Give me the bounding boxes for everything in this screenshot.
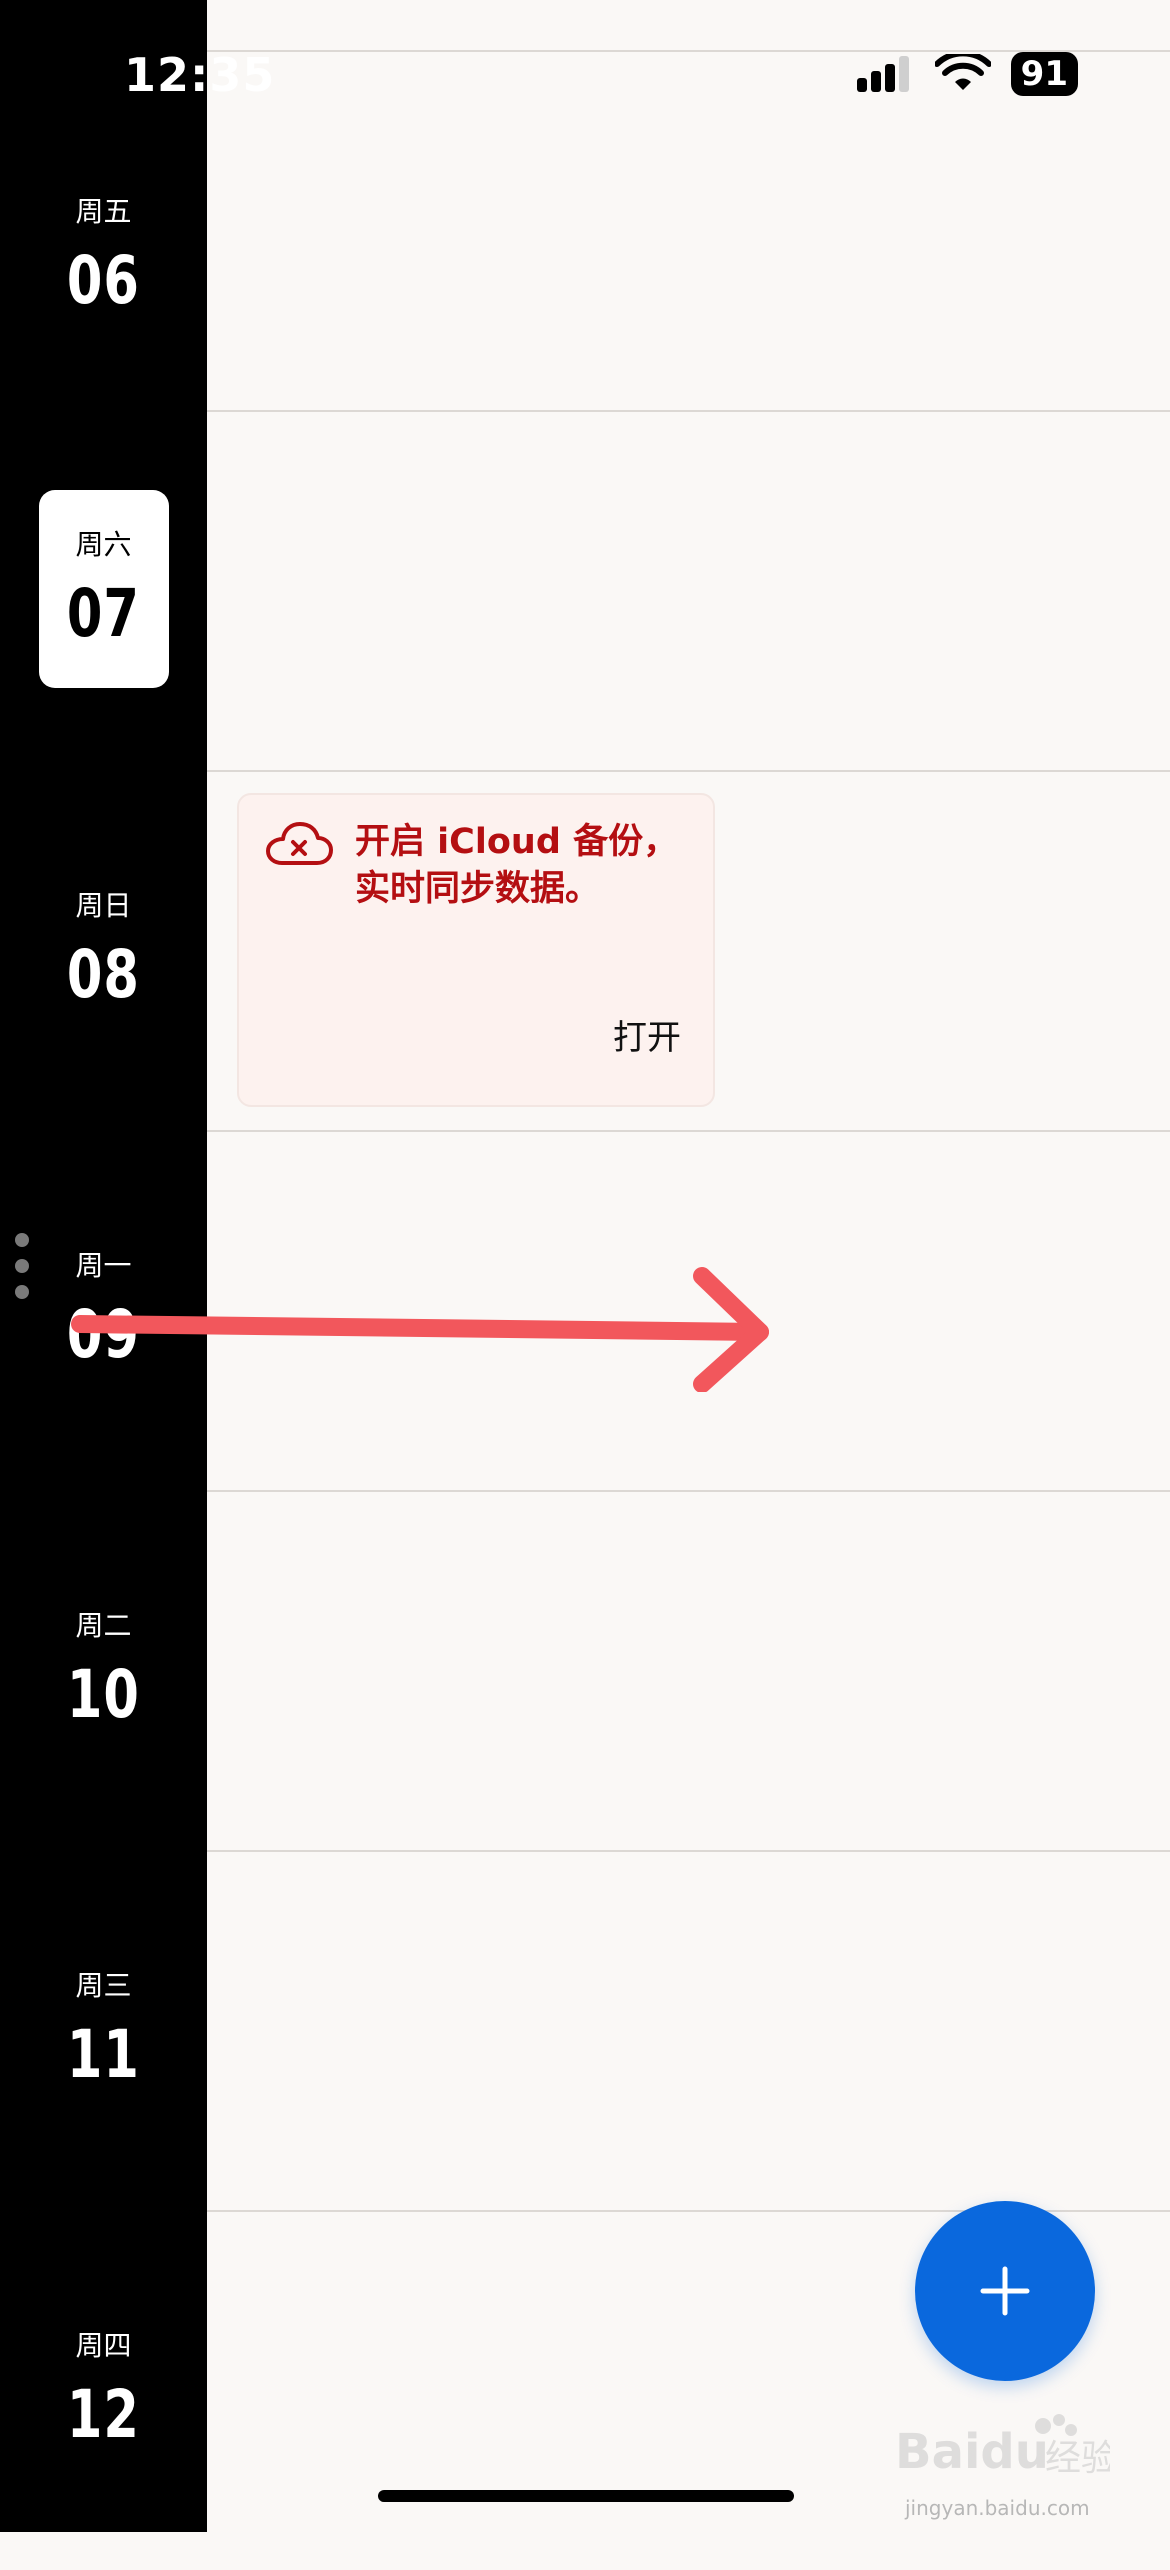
day-weekday: 周三 — [75, 1969, 132, 2002]
day-weekday: 周二 — [75, 1609, 132, 1642]
day-weekday: 周日 — [75, 889, 132, 922]
day-item-08[interactable]: 周日 08 — [0, 770, 207, 1130]
day-date: 07 — [67, 575, 140, 652]
day-date: 06 — [67, 242, 140, 319]
icloud-open-button[interactable]: 打开 — [613, 1010, 681, 1059]
row-divider — [207, 1490, 1170, 1492]
home-indicator[interactable] — [378, 2490, 794, 2502]
day-card: 周三 11 — [39, 1931, 169, 2129]
day-card: 周二 10 — [39, 1571, 169, 1769]
day-card: 周四 12 — [39, 2291, 169, 2489]
day-item-07-selected[interactable]: 周六 07 — [0, 409, 207, 769]
day-rows — [207, 0, 1170, 2532]
status-indicators: 91 — [856, 52, 1078, 96]
row-divider — [207, 410, 1170, 412]
day-item-11[interactable]: 周三 11 — [0, 1850, 207, 2210]
icloud-message: 开启 iCloud 备份，实时同步数据。 — [355, 822, 679, 909]
date-rail: 周五 06 周六 07 周日 08 周一 09 周二 10 周三 11 周四 1… — [0, 0, 207, 2532]
day-date: 10 — [67, 1656, 140, 1733]
svg-text:经验: 经验 — [1045, 2438, 1110, 2479]
plus-icon — [980, 2266, 1030, 2316]
day-card: 周一 09 — [39, 1211, 169, 1409]
day-item-10[interactable]: 周二 10 — [0, 1490, 207, 1850]
day-date: 08 — [67, 936, 140, 1013]
day-date: 12 — [67, 2376, 140, 2453]
icloud-backup-card[interactable]: 开启 iCloud 备份，实时同步数据。 打开 — [237, 793, 715, 1107]
row-divider — [207, 1130, 1170, 1132]
day-weekday: 周五 — [75, 195, 132, 228]
battery-indicator: 91 — [1010, 52, 1078, 96]
row-divider — [207, 1850, 1170, 1852]
day-item-09[interactable]: 周一 09 — [0, 1130, 207, 1490]
watermark-url: jingyan.baidu.com — [905, 2496, 1090, 2520]
day-card: 周五 06 — [39, 157, 169, 355]
day-item-12[interactable]: 周四 12 — [0, 2210, 207, 2570]
cloud-error-icon — [266, 822, 333, 865]
day-date: 09 — [67, 1296, 140, 1373]
cellular-signal-icon — [856, 56, 909, 92]
wifi-icon — [934, 54, 991, 90]
baidu-watermark-logo: Baidu 经验 — [895, 2414, 1110, 2480]
day-item-06[interactable]: 周五 06 — [0, 76, 207, 436]
day-date: 11 — [67, 2016, 140, 2093]
svg-text:Baidu: Baidu — [895, 2424, 1049, 2480]
day-weekday: 周六 — [75, 528, 132, 561]
day-card: 周六 07 — [38, 490, 169, 688]
calendar-app: 周五 06 周六 07 周日 08 周一 09 周二 10 周三 11 周四 1… — [0, 0, 1170, 2532]
status-time: 12:35 — [124, 48, 276, 102]
add-event-button[interactable] — [915, 2201, 1095, 2381]
day-card: 周日 08 — [39, 851, 169, 1049]
row-divider — [207, 770, 1170, 772]
day-weekday: 周四 — [75, 2329, 132, 2362]
drag-handle-icon[interactable] — [14, 1233, 30, 1299]
day-weekday: 周一 — [75, 1249, 132, 1282]
